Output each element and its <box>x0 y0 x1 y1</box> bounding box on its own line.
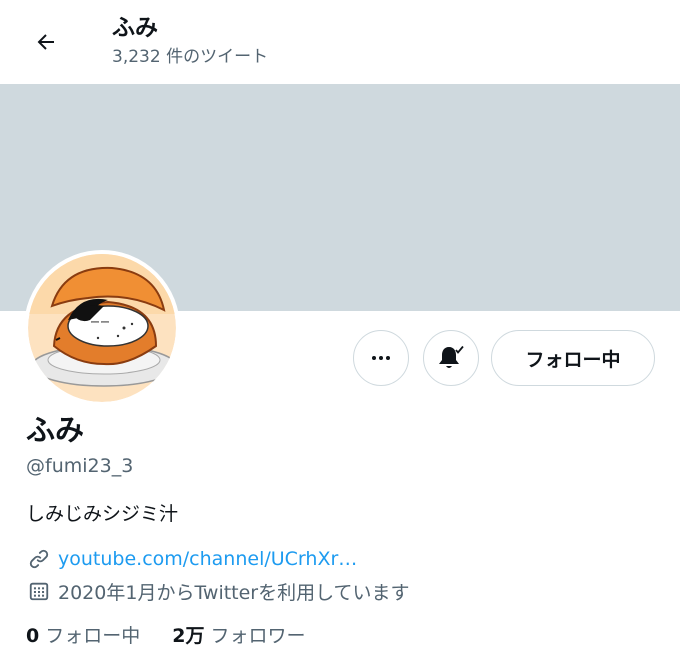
link-icon <box>26 546 52 572</box>
profile-link[interactable]: youtube.com/channel/UCrhXr… <box>58 548 357 570</box>
tweet-count: 3,232 件のツイート <box>112 47 269 67</box>
profile-link-row: youtube.com/channel/UCrhXr… <box>26 545 357 573</box>
user-handle: @fumi23_3 <box>26 455 134 477</box>
more-button[interactable] <box>353 330 409 386</box>
joined-date: 2020年1月からTwitterを利用しています <box>58 581 410 604</box>
followers-count: 2万 <box>172 625 205 647</box>
following-label: フォロー中 <box>45 625 141 647</box>
following-stat[interactable]: 0 フォロー中 <box>26 622 140 650</box>
profile-bio: しみじみシジミ汁 <box>26 503 179 525</box>
bell-check-icon <box>439 345 464 368</box>
notifications-button[interactable] <box>423 330 479 386</box>
back-button[interactable] <box>26 22 66 62</box>
profile-header: ふみ 3,232 件のツイート <box>0 0 680 84</box>
svg-text:ーー: ーー <box>90 318 110 329</box>
following-button[interactable]: フォロー中 <box>491 330 655 386</box>
following-count: 0 <box>26 625 40 647</box>
followers-stat[interactable]: 2万 フォロワー <box>172 622 305 650</box>
back-arrow-icon <box>37 34 54 50</box>
display-name: ふみ <box>26 413 85 447</box>
avatar[interactable]: ーー <box>24 250 180 406</box>
followers-label: フォロワー <box>210 625 306 647</box>
joined-row: 2020年1月からTwitterを利用しています <box>26 577 410 605</box>
calendar-icon <box>26 578 52 604</box>
header-name: ふみ <box>112 15 158 41</box>
more-dots-icon <box>372 356 390 360</box>
follow-stats: 0 フォロー中 2万 フォロワー <box>26 622 338 650</box>
